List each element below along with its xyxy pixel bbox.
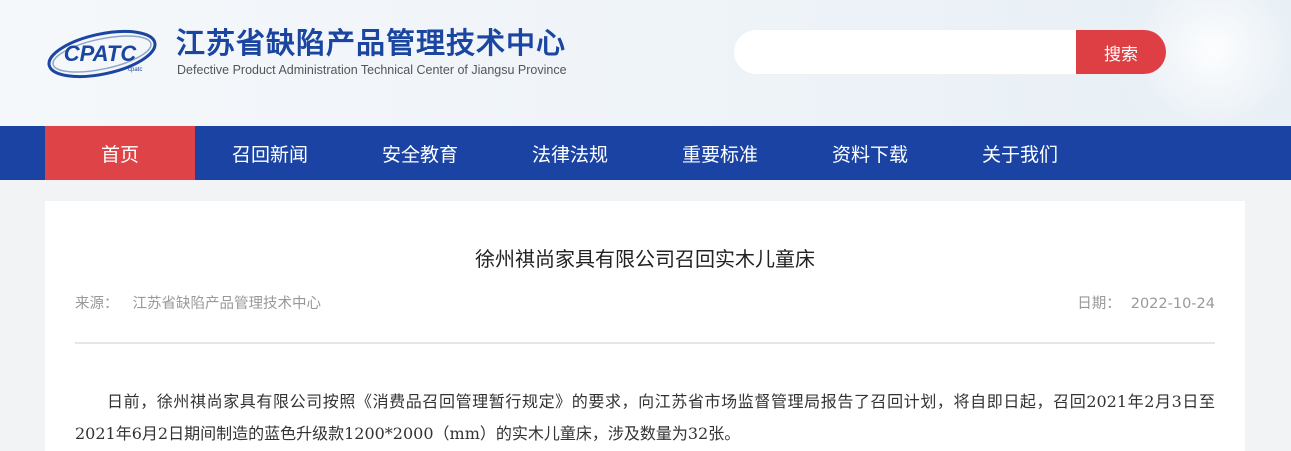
- source-value: 江苏省缺陷产品管理技术中心: [132, 296, 322, 312]
- site-title[interactable]: 江苏省缺陷产品管理技术中心: [176, 20, 566, 62]
- site-header: CPATC cpatc 江苏省缺陷产品管理技术中心 Defective Prod…: [0, 0, 1291, 126]
- nav-item-downloads[interactable]: 资料下载: [795, 126, 945, 180]
- source-label: 来源：: [75, 296, 119, 312]
- cpatc-logo[interactable]: CPATC cpatc: [44, 24, 160, 82]
- nav-item-recall-news[interactable]: 召回新闻: [195, 126, 345, 180]
- logo-small-text: cpatc: [128, 67, 142, 73]
- article-container: 徐州祺尚家具有限公司召回实木儿童床 来源： 江苏省缺陷产品管理技术中心 日期： 20…: [45, 201, 1245, 451]
- article-title: 徐州祺尚家具有限公司召回实木儿童床: [475, 247, 815, 271]
- nav-item-standards[interactable]: 重要标准: [645, 126, 795, 180]
- nav-item-laws[interactable]: 法律法规: [495, 126, 645, 180]
- nav-item-home[interactable]: 首页: [45, 126, 195, 180]
- logo-text: CPATC: [64, 41, 138, 66]
- search-input[interactable]: [752, 30, 1072, 74]
- divider: [75, 342, 1215, 344]
- search-button[interactable]: 搜索: [1076, 30, 1166, 74]
- main-nav: 首页 召回新闻 安全教育 法律法规 重要标准 资料下载 关于我们: [0, 126, 1291, 180]
- date-label: 日期：: [1077, 296, 1121, 312]
- nav-item-about-us[interactable]: 关于我们: [945, 126, 1095, 180]
- date-value: 2022-10-24: [1130, 296, 1215, 312]
- search-bar: 搜索: [734, 30, 1166, 74]
- site-subtitle: Defective Product Administration Technic…: [177, 63, 567, 77]
- nav-item-safety-education[interactable]: 安全教育: [345, 126, 495, 180]
- article-date: 日期： 2022-10-24: [1077, 292, 1215, 313]
- article-paragraph: 日前，徐州祺尚家具有限公司按照《消费品召回管理暂行规定》的要求，向江苏省市场监督…: [75, 392, 1215, 443]
- article-source: 来源： 江苏省缺陷产品管理技术中心: [75, 292, 321, 313]
